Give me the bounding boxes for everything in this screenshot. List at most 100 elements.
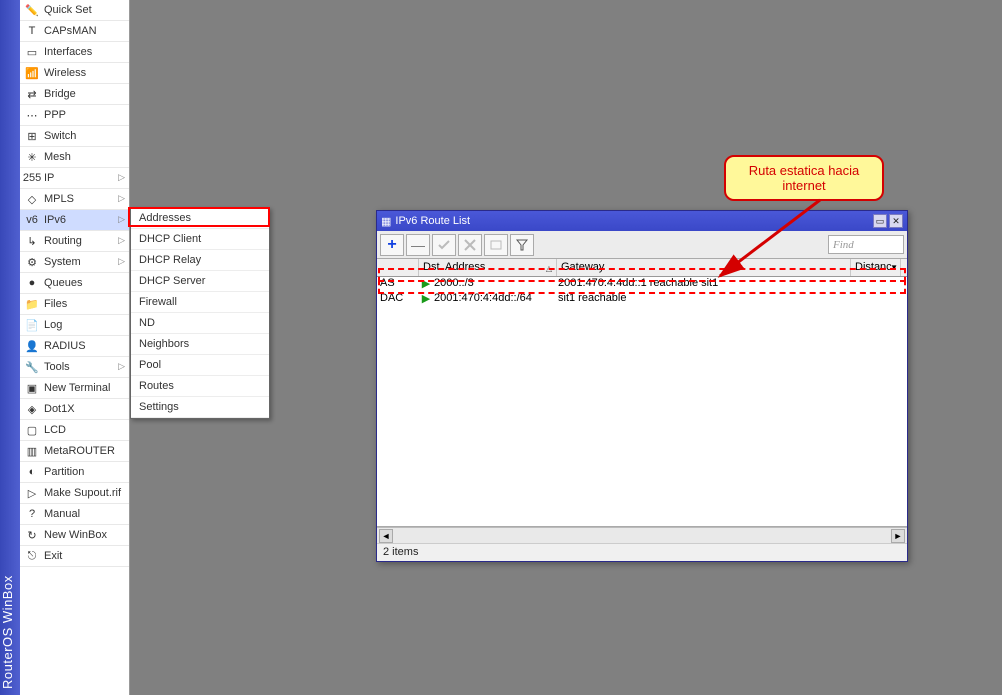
sidebar-item-label: Wireless — [44, 67, 86, 79]
submenu-item-settings[interactable]: Settings — [131, 397, 269, 418]
sidebar-item-label: IPv6 — [44, 214, 66, 226]
sidebar-item-label: MetaROUTER — [44, 445, 115, 457]
sidebar-item-label: Exit — [44, 550, 62, 562]
submenu-item-dhcp-relay[interactable]: DHCP Relay — [131, 250, 269, 271]
disable-button[interactable] — [458, 234, 482, 256]
menu-icon: v6 — [24, 212, 40, 228]
sidebar-item-partition[interactable]: ◐Partition — [20, 462, 129, 483]
menu-icon: ⎋ — [24, 548, 40, 564]
route-list-window: ▦ IPv6 Route List ▭ ✕ + — Find Dst. Addr… — [376, 210, 908, 562]
menu-icon: ⋯ — [24, 107, 40, 123]
sidebar-item-quick-set[interactable]: ✏️Quick Set — [20, 0, 129, 21]
menu-icon: ✏️ — [24, 2, 40, 18]
submenu-item-neighbors[interactable]: Neighbors — [131, 334, 269, 355]
sidebar-item-interfaces[interactable]: ▭ Interfaces — [20, 42, 129, 63]
sidebar-item-lcd[interactable]: ▢LCD — [20, 420, 129, 441]
menu-icon: ✳ — [24, 149, 40, 165]
menu-icon: 🔧 — [24, 359, 40, 375]
sidebar-item-queues[interactable]: ●Queues — [20, 273, 129, 294]
route-active-icon: ▶ — [419, 277, 433, 292]
sidebar-item-ip[interactable]: 255IP▷ — [20, 168, 129, 189]
sidebar-item-capsman[interactable]: TCAPsMAN — [20, 21, 129, 42]
menu-icon: ↳ — [24, 233, 40, 249]
sidebar-item-log[interactable]: 📄Log — [20, 315, 129, 336]
submenu-item-nd[interactable]: ND — [131, 313, 269, 334]
sidebar-item-wireless[interactable]: 📶Wireless — [20, 63, 129, 84]
col-dst-address[interactable]: Dst. Address △ — [419, 259, 557, 276]
menu-icon: ⊞ — [24, 128, 40, 144]
table-row[interactable]: DAC▶2001:470:4:4dd::/64sit1 reachable — [377, 292, 907, 307]
col-dist-label: Distanc — [855, 261, 892, 273]
close-button[interactable]: ✕ — [889, 214, 903, 228]
sidebar-item-files[interactable]: 📁 Files — [20, 294, 129, 315]
menu-icon: T — [24, 23, 40, 39]
col-gateway[interactable]: Gateway — [557, 259, 851, 276]
submenu-arrow-icon: ▷ — [118, 172, 125, 183]
minimize-button[interactable]: ▭ — [873, 214, 887, 228]
sidebar-item-label: Files — [44, 298, 67, 310]
window-title: IPv6 Route List — [395, 215, 470, 227]
find-input[interactable]: Find — [828, 235, 904, 254]
sidebar-item-ppp[interactable]: ⋯ PPP — [20, 105, 129, 126]
col-flags[interactable] — [377, 259, 419, 276]
cell-flags: DAC — [377, 292, 419, 307]
sidebar-item-bridge[interactable]: ⇄ Bridge — [20, 84, 129, 105]
menu-icon: ⇄ — [24, 86, 40, 102]
menu-icon: 📁 — [24, 296, 40, 312]
dropdown-icon[interactable]: ▼ — [890, 263, 898, 272]
horizontal-scrollbar[interactable]: ◄ ► — [377, 527, 907, 543]
sidebar-item-label: New Terminal — [44, 382, 110, 394]
submenu-item-routes[interactable]: Routes — [131, 376, 269, 397]
table-row[interactable]: AS▶2000::/32001:470:4:4dd::1 reachable s… — [377, 277, 907, 292]
table-header: Dst. Address △ Gateway Distanc ▼ — [377, 259, 907, 277]
sidebar-item-switch[interactable]: ⊞ Switch — [20, 126, 129, 147]
submenu-item-dhcp-server[interactable]: DHCP Server — [131, 271, 269, 292]
sidebar-item-manual[interactable]: ?Manual — [20, 504, 129, 525]
sidebar-item-dot1x[interactable]: ◈Dot1X — [20, 399, 129, 420]
menu-icon: ▥ — [24, 443, 40, 459]
col-dst-label: Dst. Address — [423, 261, 485, 273]
scroll-left-arrow[interactable]: ◄ — [379, 529, 393, 543]
menu-icon: ↻ — [24, 527, 40, 543]
col-distance[interactable]: Distanc ▼ — [851, 259, 901, 276]
sidebar-item-mesh[interactable]: ✳Mesh — [20, 147, 129, 168]
submenu-item-dhcp-client[interactable]: DHCP Client — [131, 229, 269, 250]
sidebar-item-mpls[interactable]: ◇MPLS▷ — [20, 189, 129, 210]
titlebar[interactable]: ▦ IPv6 Route List ▭ ✕ — [377, 211, 907, 231]
submenu-item-addresses[interactable]: Addresses — [131, 208, 269, 229]
sidebar-item-tools[interactable]: 🔧Tools▷ — [20, 357, 129, 378]
sidebar-item-ipv6[interactable]: v6IPv6▷ — [20, 210, 129, 231]
sidebar-item-label: MPLS — [44, 193, 74, 205]
sidebar-item-new-winbox[interactable]: ↻New WinBox — [20, 525, 129, 546]
menu-icon: ▭ — [24, 44, 40, 60]
sidebar-item-label: System — [44, 256, 81, 268]
sidebar-item-metarouter[interactable]: ▥ MetaROUTER — [20, 441, 129, 462]
cell-flags: AS — [377, 277, 419, 292]
cell-dst: 2000::/3 — [433, 277, 557, 292]
sidebar-item-label: RADIUS — [44, 340, 86, 352]
submenu-item-firewall[interactable]: Firewall — [131, 292, 269, 313]
sidebar-item-label: LCD — [44, 424, 66, 436]
sidebar-item-new-terminal[interactable]: ▣New Terminal — [20, 378, 129, 399]
remove-button[interactable]: — — [406, 234, 430, 256]
sidebar-item-routing[interactable]: ↳Routing▷ — [20, 231, 129, 252]
sidebar-item-label: PPP — [44, 109, 66, 121]
sidebar-item-label: Log — [44, 319, 62, 331]
sidebar-item-exit[interactable]: ⎋ Exit — [20, 546, 129, 567]
add-button[interactable]: + — [380, 234, 404, 256]
filter-button[interactable] — [510, 234, 534, 256]
sidebar-item-label: Bridge — [44, 88, 76, 100]
scroll-right-arrow[interactable]: ► — [891, 529, 905, 543]
sidebar-item-label: Switch — [44, 130, 76, 142]
submenu-item-label: ND — [139, 317, 155, 329]
submenu-arrow-icon: ▷ — [118, 193, 125, 204]
menu-icon: ▷ — [24, 485, 40, 501]
sidebar-item-radius[interactable]: 👤RADIUS — [20, 336, 129, 357]
enable-button[interactable] — [432, 234, 456, 256]
sidebar-item-system[interactable]: ⚙System▷ — [20, 252, 129, 273]
sidebar-item-label: Routing — [44, 235, 82, 247]
sidebar-item-make-supout-rif[interactable]: ▷Make Supout.rif — [20, 483, 129, 504]
sidebar-item-label: Interfaces — [44, 46, 92, 58]
comment-button[interactable] — [484, 234, 508, 256]
submenu-item-pool[interactable]: Pool — [131, 355, 269, 376]
